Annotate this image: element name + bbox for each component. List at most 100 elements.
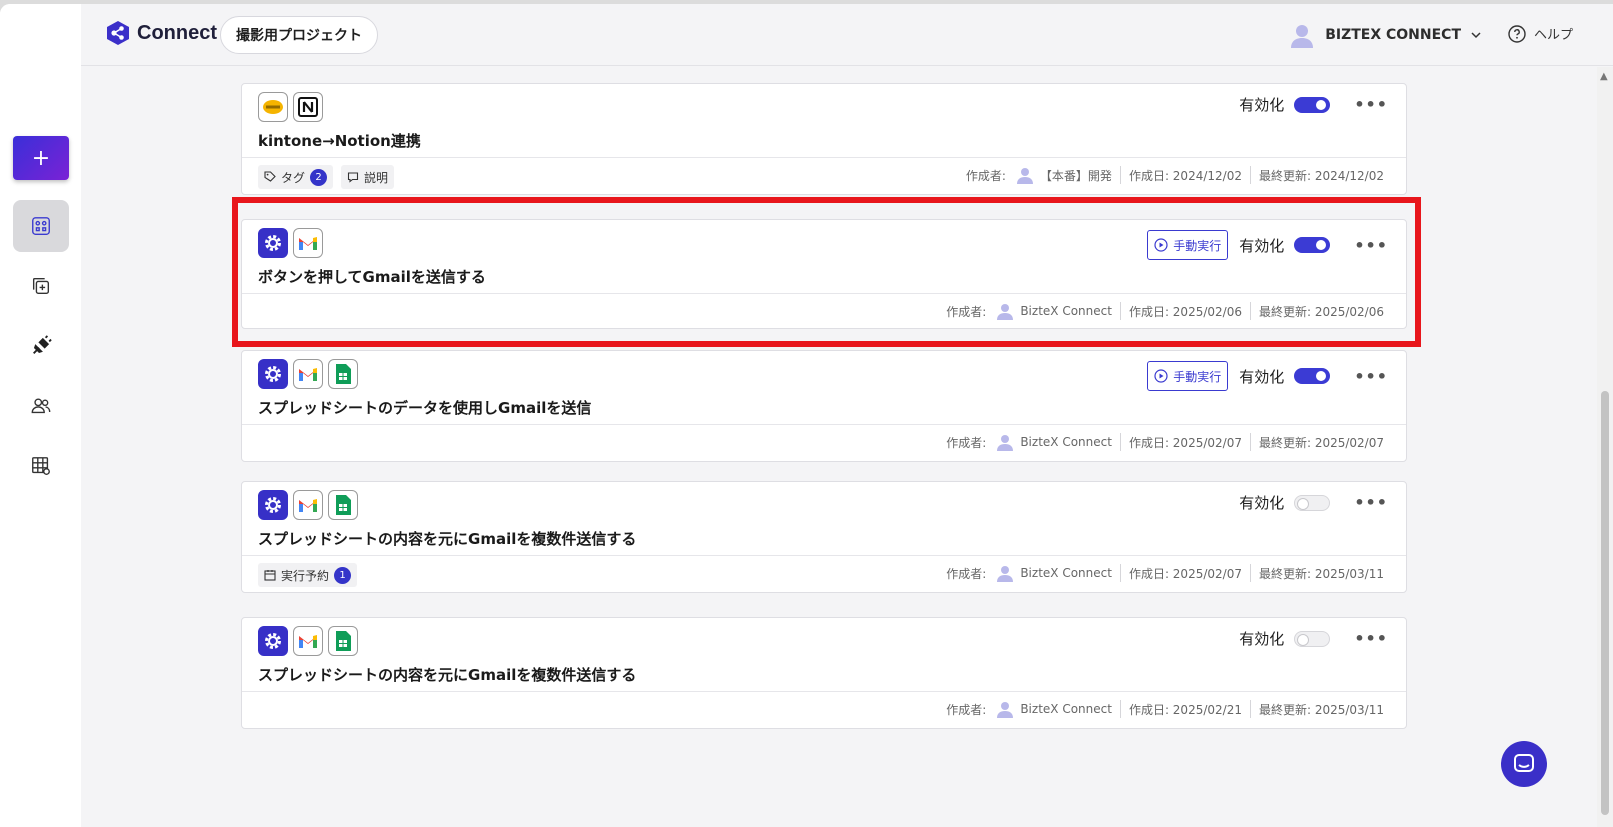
- user-name: BIZTEX CONNECT: [1325, 27, 1461, 43]
- description-chip[interactable]: 説明: [341, 165, 395, 189]
- created-date: 作成日: 2025/02/21: [1128, 702, 1242, 717]
- sheets-icon: [328, 490, 358, 520]
- enable-toggle[interactable]: [1294, 368, 1331, 384]
- new-robot-button[interactable]: +: [13, 136, 69, 180]
- more-options-icon[interactable]: •••: [1354, 493, 1388, 512]
- more-options-icon[interactable]: •••: [1354, 367, 1388, 386]
- gear-icon: [258, 359, 288, 389]
- avatar: [1291, 25, 1314, 48]
- enable-label: 有効化: [1239, 96, 1285, 114]
- app-window: + Connect 撮影用プロジェクト BIZTEX CONNECT ヘルプ k…: [0, 4, 1613, 827]
- robot-card[interactable]: スプレッドシートの内容を元にGmailを複数件送信する 有効化 ••• 作成者:…: [241, 617, 1407, 729]
- author-name: BizteX Connect: [1020, 702, 1112, 716]
- enable-label: 有効化: [1239, 630, 1285, 648]
- highlight-box: [232, 197, 1421, 347]
- users-icon: [31, 398, 51, 414]
- sidebar-item-templates[interactable]: [13, 260, 69, 312]
- sidebar-item-robots[interactable]: [13, 200, 69, 252]
- robot-meta: 作成者: 【本番】開発 作成日: 2024/12/02 最終更新: 2024/1…: [966, 166, 1384, 184]
- robot-meta: 作成者: BizteX Connect 作成日: 2025/02/21 最終更新…: [946, 700, 1384, 718]
- robot-list: kintone→Notion連携 有効化 ••• タグ 2 説明 作成者: 【本…: [81, 67, 1597, 827]
- description-label: 説明: [364, 170, 389, 185]
- author-label: 作成者:: [965, 168, 1006, 183]
- copy-add-icon: [32, 277, 50, 295]
- app-icons: [258, 359, 358, 389]
- tag-chip[interactable]: タグ 2: [258, 165, 334, 189]
- enable-toggle[interactable]: [1294, 96, 1331, 113]
- chevron-down-icon: [1471, 32, 1481, 39]
- updated-date: 最終更新: 2025/02/07: [1258, 435, 1384, 450]
- manual-run-label: 手動実行: [1173, 369, 1222, 384]
- enable-toggle[interactable]: [1294, 630, 1331, 647]
- sidebar-item-datatable[interactable]: [13, 440, 69, 492]
- enable-toggle[interactable]: [1294, 494, 1331, 511]
- gmail-icon: [293, 359, 323, 389]
- app-icons: [258, 626, 358, 656]
- gmail-icon: [293, 626, 323, 656]
- author-avatar-icon: [997, 435, 1014, 451]
- author-label: 作成者:: [946, 566, 987, 581]
- app-logo[interactable]: Connect: [105, 20, 217, 46]
- created-date: 作成日: 2025/02/07: [1128, 566, 1242, 581]
- tag-count-badge: 2: [310, 168, 328, 186]
- schedule-chip[interactable]: 実行予約 1: [258, 563, 358, 587]
- created-date: 作成日: 2025/02/07: [1128, 435, 1242, 450]
- updated-date: 最終更新: 2025/03/11: [1258, 702, 1384, 717]
- notion-icon: [293, 92, 323, 122]
- schedule-count-badge: 1: [334, 566, 352, 584]
- scrollbar-thumb[interactable]: [1601, 391, 1609, 815]
- top-header: Connect 撮影用プロジェクト BIZTEX CONNECT ヘルプ: [81, 4, 1613, 66]
- manual-run-button[interactable]: 手動実行: [1147, 361, 1229, 391]
- plug-icon: [33, 335, 52, 354]
- tag-icon: [264, 171, 276, 182]
- schedule-label: 実行予約: [281, 568, 330, 583]
- robot-card[interactable]: スプレッドシートのデータを使用しGmailを送信 手動実行 有効化 ••• 作成…: [241, 350, 1407, 462]
- help-label: ヘルプ: [1533, 28, 1573, 43]
- chat-icon: [1514, 754, 1534, 772]
- author-label: 作成者:: [946, 702, 987, 717]
- gear-icon: [258, 626, 288, 656]
- vertical-scrollbar[interactable]: ▲: [1597, 67, 1613, 827]
- robot-title[interactable]: kintone→Notion連携: [258, 130, 421, 151]
- chat-support-button[interactable]: [1501, 741, 1547, 787]
- app-name: Connect: [137, 21, 217, 44]
- updated-date: 最終更新: 2024/12/02: [1258, 168, 1384, 183]
- enable-label: 有効化: [1239, 494, 1285, 512]
- gmail-icon: [293, 490, 323, 520]
- more-options-icon[interactable]: •••: [1354, 629, 1388, 648]
- main-area: Connect 撮影用プロジェクト BIZTEX CONNECT ヘルプ kin…: [81, 4, 1613, 827]
- more-options-icon[interactable]: •••: [1354, 95, 1388, 114]
- tag-label: タグ: [281, 170, 306, 185]
- robot-card[interactable]: kintone→Notion連携 有効化 ••• タグ 2 説明 作成者: 【本…: [241, 83, 1407, 195]
- project-selector[interactable]: 撮影用プロジェクト: [220, 16, 378, 54]
- app-icons: [258, 92, 323, 122]
- robot-title[interactable]: スプレッドシートの内容を元にGmailを複数件送信する: [258, 664, 636, 685]
- author-label: 作成者:: [946, 435, 987, 450]
- user-menu[interactable]: BIZTEX CONNECT: [1289, 22, 1481, 48]
- sheets-icon: [328, 359, 358, 389]
- robot-meta: 作成者: BizteX Connect 作成日: 2025/02/07 最終更新…: [946, 433, 1384, 451]
- help-icon: [1508, 24, 1526, 43]
- help-link[interactable]: ヘルプ: [1508, 24, 1573, 43]
- sidebar-item-connections[interactable]: [13, 320, 69, 372]
- play-circle-icon: [1154, 369, 1168, 383]
- sidebar-item-members[interactable]: [13, 380, 69, 432]
- author-avatar-icon: [997, 702, 1014, 718]
- sidebar: +: [0, 4, 81, 827]
- app-icons: [258, 490, 358, 520]
- created-date: 作成日: 2024/12/02: [1128, 168, 1242, 183]
- author-name: 【本番】開発: [1039, 168, 1112, 183]
- sheets-icon: [328, 626, 358, 656]
- calendar-icon: [264, 570, 276, 581]
- robot-title[interactable]: スプレッドシートのデータを使用しGmailを送信: [258, 397, 591, 418]
- robot-meta: 作成者: BizteX Connect 作成日: 2025/02/07 最終更新…: [946, 564, 1384, 582]
- robots-icon: [32, 217, 50, 235]
- robot-title[interactable]: スプレッドシートの内容を元にGmailを複数件送信する: [258, 528, 636, 549]
- gear-icon: [258, 490, 288, 520]
- comment-icon: [347, 172, 359, 183]
- author-name: BizteX Connect: [1020, 435, 1112, 449]
- scroll-up-icon[interactable]: ▲: [1600, 71, 1608, 82]
- author-name: BizteX Connect: [1020, 566, 1112, 580]
- kintone-icon: [258, 92, 288, 122]
- robot-card[interactable]: スプレッドシートの内容を元にGmailを複数件送信する 有効化 ••• 実行予約…: [241, 481, 1407, 593]
